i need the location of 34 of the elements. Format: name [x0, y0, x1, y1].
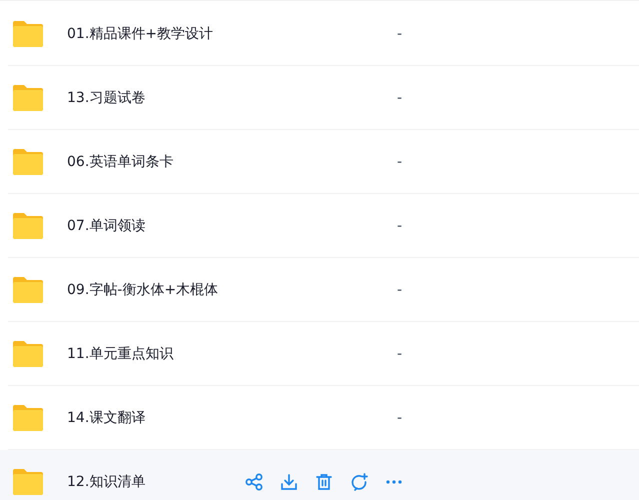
- trash-icon[interactable]: [315, 472, 333, 490]
- download-icon[interactable]: [280, 472, 298, 490]
- comment-icon[interactable]: [350, 472, 368, 490]
- file-row[interactable]: 06.英语单词条卡 -: [8, 130, 639, 194]
- folder-icon: [13, 468, 43, 494]
- folder-icon: [13, 276, 43, 302]
- folder-icon: [13, 20, 43, 46]
- share-icon[interactable]: [245, 472, 263, 490]
- file-name: 13.习题试卷: [67, 88, 146, 106]
- file-name: 09.字帖-衡水体+木棍体: [67, 280, 220, 298]
- file-name: 01.精品课件+教学设计: [67, 24, 214, 42]
- file-row[interactable]: 09.字帖-衡水体+木棍体 -: [8, 258, 639, 322]
- file-name: 07.单词领读: [67, 216, 146, 234]
- file-row[interactable]: 07.单词领读 -: [8, 194, 639, 258]
- file-name: 12.知识清单: [67, 472, 146, 490]
- file-name: 06.英语单词条卡: [67, 152, 174, 170]
- folder-icon: [13, 148, 43, 174]
- file-row[interactable]: 01.精品课件+教学设计 -: [8, 2, 639, 66]
- file-size: -: [397, 154, 402, 170]
- file-size: -: [397, 218, 402, 234]
- file-row[interactable]: 13.习题试卷 -: [8, 66, 639, 130]
- file-row[interactable]: 12.知识清单: [0, 450, 639, 500]
- file-size: -: [397, 90, 402, 106]
- folder-icon: [13, 84, 43, 110]
- folder-icon: [13, 340, 43, 366]
- file-name: 14.课文翻译: [67, 408, 146, 426]
- file-row[interactable]: 11.单元重点知识 -: [8, 322, 639, 386]
- file-size: -: [397, 26, 402, 42]
- file-size: -: [397, 282, 402, 298]
- file-size: -: [397, 346, 402, 362]
- file-size: -: [397, 410, 402, 426]
- folder-icon: [13, 212, 43, 238]
- file-name: 11.单元重点知识: [67, 344, 174, 362]
- folder-icon: [13, 404, 43, 430]
